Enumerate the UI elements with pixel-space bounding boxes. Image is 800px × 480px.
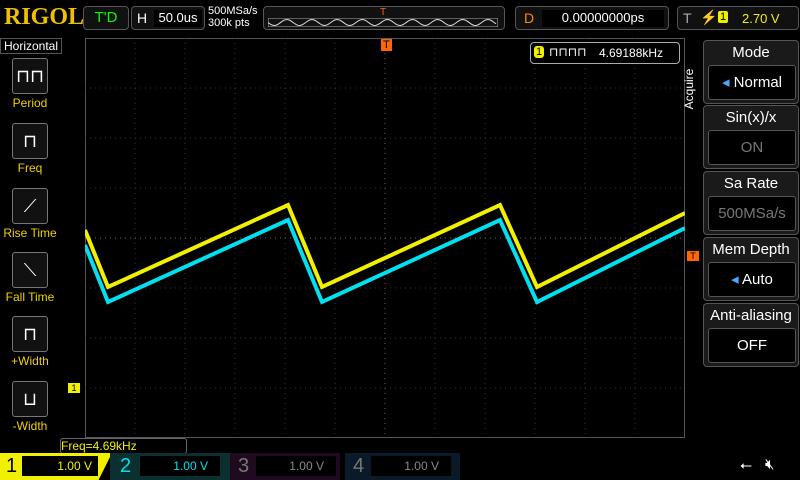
horizontal-label: H	[137, 10, 148, 26]
delay-label: D	[524, 10, 535, 26]
waveform-overview[interactable]: T	[263, 6, 505, 30]
title: Mode	[732, 44, 770, 61]
menu-sinx[interactable]: Sin(x)/x ON	[703, 105, 799, 169]
freq-icon: ⊓	[12, 123, 48, 159]
trigger-time-marker[interactable]: T	[381, 39, 392, 51]
measure-freq[interactable]: ⊓ Freq	[2, 123, 58, 175]
trigger-level-marker[interactable]: T	[687, 251, 699, 261]
ch-num: 3	[238, 455, 250, 477]
measurement-result: Freq=4.69kHz	[60, 438, 187, 454]
value: ◂ Normal	[708, 65, 796, 100]
value: 500MSa/s	[708, 196, 796, 231]
ch2-trace	[85, 217, 685, 305]
usb-icon: ⭠	[740, 457, 753, 474]
value: ON	[708, 130, 796, 165]
pulse-icon: ⊓⊓⊓⊓	[549, 45, 587, 59]
label: Freq	[17, 161, 43, 175]
value: ◂ Auto	[708, 262, 796, 297]
memory-depth: 300k pts	[208, 17, 250, 29]
measure-pos-width[interactable]: ⊓ +Width	[2, 316, 58, 368]
ch-num: 1	[6, 455, 18, 477]
trigger-source: 1	[718, 11, 729, 23]
menu-mem-depth[interactable]: Mem Depth ◂ Auto	[703, 237, 799, 301]
timebase-value: 50.0us	[154, 10, 202, 27]
pos-width-icon: ⊓	[12, 316, 48, 352]
title: Mem Depth	[712, 241, 790, 258]
frequency-counter: 1 ⊓⊓⊓⊓ 4.69188kHz	[530, 42, 680, 64]
measure-period[interactable]: ⊓⊓ Period	[2, 58, 58, 110]
sound-muted-icon[interactable]: 🔇︎	[765, 456, 774, 473]
measure-fall-time[interactable]: ⟍ Fall Time	[2, 252, 58, 304]
neg-width-icon: ⊔	[12, 381, 48, 417]
fall-time-icon: ⟍	[12, 252, 48, 288]
sample-rate: 500MSa/s	[208, 5, 258, 17]
title: Sa Rate	[723, 175, 779, 192]
ch-num: 2	[120, 455, 132, 477]
counter-value: 4.69188kHz	[599, 46, 664, 60]
run-status[interactable]: T'D	[83, 6, 129, 30]
title: Sin(x)/x	[725, 109, 777, 126]
channel-3-button[interactable]: 3 1.00 V	[230, 453, 340, 480]
ch-scale: 1.00 V	[22, 456, 98, 476]
value: OFF	[708, 328, 796, 363]
ch-scale: 1.00 V	[371, 456, 451, 476]
ch-scale: 1.00 V	[256, 456, 336, 476]
label: Fall Time	[5, 290, 55, 304]
timebase-box[interactable]: H 50.0us	[131, 6, 205, 30]
trigger-position-marker: T	[380, 7, 387, 18]
menu-mode[interactable]: Mode ◂ Normal	[703, 40, 799, 104]
rising-edge-icon: ⚡	[700, 9, 718, 25]
panel-title: Horizontal	[0, 38, 62, 54]
counter-channel: 1	[534, 46, 545, 58]
label: +Width	[11, 354, 49, 368]
measure-neg-width[interactable]: ⊔ -Width	[2, 381, 58, 433]
ch1-offset-marker[interactable]: 1	[68, 383, 80, 393]
channel-4-button[interactable]: 4 1.00 V	[345, 453, 460, 480]
menu-sa-rate[interactable]: Sa Rate 500MSa/s	[703, 171, 799, 235]
label: -Width	[12, 419, 48, 433]
measure-rise-time[interactable]: ⟋ Rise Time	[2, 188, 58, 240]
waveform-grid[interactable]	[85, 38, 685, 438]
period-icon: ⊓⊓	[12, 58, 48, 94]
delay-box[interactable]: D 0.00000000ps	[515, 6, 669, 30]
menu-anti-aliasing[interactable]: Anti-aliasing OFF	[703, 303, 799, 367]
trigger-box[interactable]: T ⚡ 1 2.70 V	[677, 6, 799, 30]
overview-wave	[268, 18, 498, 27]
label: Rise Time	[3, 226, 57, 240]
trigger-label: T	[683, 10, 692, 26]
channel-2-button[interactable]: 2 1.00 V	[110, 453, 230, 480]
title: Anti-aliasing	[710, 307, 792, 324]
measure-panel: Horizontal ⊓⊓ Period ⊓ Freq ⟋ Rise Time ⟍ Fa…	[0, 38, 62, 438]
rigol-logo: RIGOL	[4, 4, 85, 30]
rise-time-icon: ⟋	[12, 188, 48, 224]
channel-1-button[interactable]: 1 1.00 V	[0, 453, 112, 480]
label: Period	[12, 96, 48, 110]
trigger-level: 2.70 V	[742, 11, 780, 26]
ch-num: 4	[353, 455, 365, 477]
delay-value: 0.00000000ps	[542, 10, 664, 27]
menu-section: Acquire	[682, 68, 696, 110]
ch-scale: 1.00 V	[140, 456, 220, 476]
